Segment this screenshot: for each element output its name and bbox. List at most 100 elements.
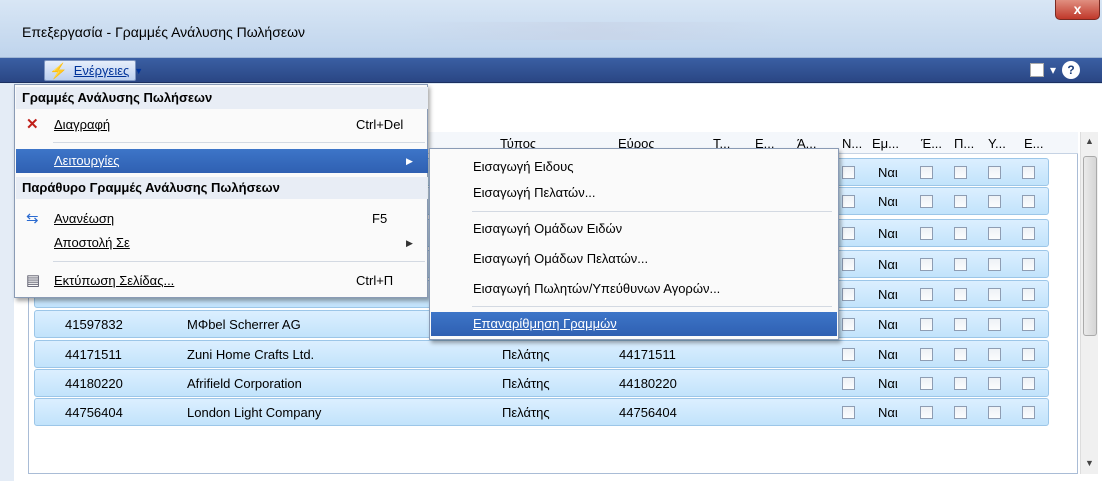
scroll-thumb[interactable]	[1083, 156, 1097, 336]
submenu-item-renumber-lines[interactable]: Επαναρίθμηση Γραμμών	[431, 312, 837, 336]
menu-item-label: Αποστολή Σε	[54, 235, 130, 250]
col-header-p[interactable]: Π...	[954, 136, 974, 151]
menu-item-label: Διαγραφή	[54, 117, 111, 132]
checkbox[interactable]	[988, 348, 1001, 361]
checkbox[interactable]	[842, 195, 855, 208]
submenu-item-import-customer-groups[interactable]: Εισαγωγή Ομάδων Πελατών...	[431, 247, 837, 271]
checkbox[interactable]	[1022, 288, 1035, 301]
checkbox[interactable]	[1022, 258, 1035, 271]
checkbox[interactable]	[988, 258, 1001, 271]
checkbox[interactable]	[954, 406, 967, 419]
checkbox[interactable]	[1022, 377, 1035, 390]
checkbox[interactable]	[842, 318, 855, 331]
em-cell: Ναι	[878, 165, 898, 180]
checkbox[interactable]	[920, 166, 933, 179]
menu-item-label: Ανανέωση	[54, 211, 115, 226]
checkbox[interactable]	[842, 406, 855, 419]
em-cell: Ναι	[878, 226, 898, 241]
menu-item-label: Λειτουργίες	[54, 153, 120, 168]
table-row[interactable]: 44756404 London Light Company Πελάτης 44…	[34, 398, 1049, 426]
checkbox[interactable]	[920, 348, 933, 361]
checkbox[interactable]	[1022, 227, 1035, 240]
checkbox[interactable]	[1022, 195, 1035, 208]
checkbox[interactable]	[842, 166, 855, 179]
help-icon[interactable]: ?	[1062, 61, 1081, 79]
menu-item-functions[interactable]: Λειτουργίες ▶	[16, 149, 428, 173]
table-row[interactable]: 44180220 Afrifield Corporation Πελάτης 4…	[34, 369, 1049, 397]
submenu-item-import-customers[interactable]: Εισαγωγή Πελατών...	[431, 181, 837, 205]
checkbox[interactable]	[920, 288, 933, 301]
checkbox[interactable]	[842, 348, 855, 361]
menu-item-shortcut: Ctrl+Π	[356, 273, 394, 288]
layout-icon[interactable]	[1030, 63, 1044, 77]
menu-item-delete[interactable]: ✕ Διαγραφή Ctrl+Del	[16, 113, 428, 137]
vertical-scrollbar[interactable]: ▲ ▼	[1080, 132, 1098, 474]
table-row[interactable]: 44171511 Zuni Home Crafts Ltd. Πελάτης 4…	[34, 340, 1049, 368]
checkbox[interactable]	[988, 288, 1001, 301]
checkbox[interactable]	[920, 318, 933, 331]
checkbox[interactable]	[920, 258, 933, 271]
menu-item-label: Εκτύπωση Σελίδας...	[54, 273, 175, 288]
background-window-ghost	[405, 22, 785, 40]
application-window: Επεξεργασία - Γραμμές Ανάλυσης Πωλήσεων …	[0, 0, 1102, 481]
checkbox[interactable]	[988, 406, 1001, 419]
menu-divider	[472, 306, 832, 307]
range-cell: 44171511	[619, 347, 676, 362]
close-button[interactable]: x	[1055, 0, 1100, 20]
checkbox[interactable]	[954, 227, 967, 240]
checkbox[interactable]	[920, 406, 933, 419]
checkbox[interactable]	[920, 195, 933, 208]
checkbox[interactable]	[954, 166, 967, 179]
name-cell: Zuni Home Crafts Ltd.	[187, 347, 315, 362]
actions-menu: Γραμμές Ανάλυσης Πωλήσεων ✕ Διαγραφή Ctr…	[14, 84, 428, 298]
actions-label: Ενέργειες	[73, 63, 130, 78]
em-cell: Ναι	[878, 347, 898, 362]
menu-item-refresh[interactable]: ⇆ Ανανέωση F5	[16, 207, 428, 231]
col-header-n[interactable]: Ν...	[842, 136, 862, 151]
lightning-icon: ⚡	[49, 62, 68, 80]
checkbox[interactable]	[920, 227, 933, 240]
checkbox[interactable]	[954, 318, 967, 331]
em-cell: Ναι	[878, 194, 898, 209]
checkbox[interactable]	[1022, 348, 1035, 361]
submenu-item-import-item-groups[interactable]: Εισαγωγή Ομάδων Ειδών	[431, 217, 837, 241]
checkbox[interactable]	[1022, 166, 1035, 179]
no-cell: 44756404	[65, 405, 123, 420]
em-cell: Ναι	[878, 287, 898, 302]
chevron-down-icon[interactable]: ▾	[1050, 63, 1056, 77]
checkbox[interactable]	[954, 195, 967, 208]
menu-item-print[interactable]: ▤ Εκτύπωση Σελίδας... Ctrl+Π	[16, 269, 428, 293]
actions-menu-button[interactable]: ⚡ Ενέργειες ▼	[44, 60, 143, 81]
checkbox[interactable]	[1022, 318, 1035, 331]
checkbox[interactable]	[954, 377, 967, 390]
col-header-e3[interactable]: Ε...	[1024, 136, 1044, 151]
range-cell: 44180220	[619, 376, 677, 391]
col-header-em[interactable]: Εμ...	[872, 136, 899, 151]
checkbox[interactable]	[988, 227, 1001, 240]
scroll-up-icon[interactable]: ▲	[1085, 136, 1094, 146]
checkbox[interactable]	[842, 377, 855, 390]
checkbox[interactable]	[954, 348, 967, 361]
name-cell: London Light Company	[187, 405, 322, 420]
checkbox[interactable]	[954, 288, 967, 301]
checkbox[interactable]	[988, 166, 1001, 179]
col-header-y[interactable]: Υ...	[988, 136, 1006, 151]
chevron-down-icon: ▼	[134, 65, 144, 76]
submenu-item-import-salespeople[interactable]: Εισαγωγή Πωλητών/Υπεύθυνων Αγορών...	[431, 277, 837, 301]
submenu-item-import-items[interactable]: Εισαγωγή Ειδους	[431, 155, 837, 179]
col-header-e2[interactable]: Έ...	[921, 136, 942, 151]
window-title: Επεξεργασία - Γραμμές Ανάλυσης Πωλήσεων	[22, 24, 306, 40]
checkbox[interactable]	[920, 377, 933, 390]
checkbox[interactable]	[1022, 406, 1035, 419]
checkbox[interactable]	[842, 258, 855, 271]
checkbox[interactable]	[954, 258, 967, 271]
checkbox[interactable]	[988, 377, 1001, 390]
checkbox[interactable]	[988, 195, 1001, 208]
toolbar-right: ▾ ?	[1030, 61, 1081, 79]
chevron-right-icon: ▶	[406, 238, 413, 248]
checkbox[interactable]	[842, 227, 855, 240]
menu-item-send-to[interactable]: Αποστολή Σε ▶	[16, 231, 428, 255]
checkbox[interactable]	[988, 318, 1001, 331]
scroll-down-icon[interactable]: ▼	[1085, 458, 1094, 468]
checkbox[interactable]	[842, 288, 855, 301]
